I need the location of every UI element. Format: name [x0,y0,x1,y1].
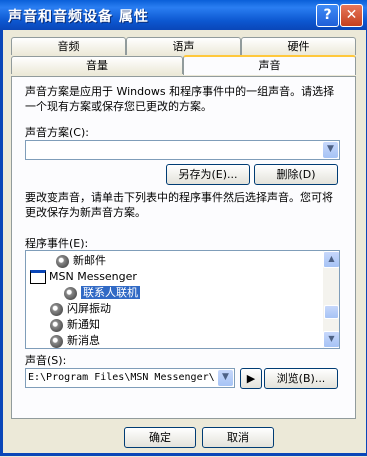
cancel-button[interactable]: 取消 [202,427,274,448]
speaker-icon [56,254,69,268]
list-item[interactable]: 新通知 [50,316,100,333]
window-icon [30,270,46,284]
list-item[interactable]: 新消息 [50,332,100,348]
chevron-down-icon[interactable]: ▼ [218,370,233,386]
title-bar: 声音和音频设备 属性 ? ✕ [0,0,367,30]
tab-hardware[interactable]: 硬件 [241,37,356,55]
list-item[interactable]: 新邮件 [56,252,106,269]
chevron-down-icon[interactable]: ▼ [323,142,338,158]
speaker-icon [50,318,63,332]
speaker-icon [50,334,63,348]
help-button[interactable]: ? [316,4,339,27]
list-item-selected[interactable]: 联系人联机 [64,284,140,301]
save-as-button[interactable]: 另存为(E)... [166,164,250,185]
list-item-group[interactable]: MSN Messenger [30,268,137,285]
scheme-label: 声音方案(C): [25,126,89,139]
close-button[interactable]: ✕ [340,4,363,27]
delete-button[interactable]: 删除(D) [254,164,338,185]
scroll-thumb[interactable] [324,305,339,319]
tab-audio[interactable]: 音频 [11,37,126,55]
program-events-label: 程序事件(E): [25,237,89,250]
play-icon: ▶ [246,372,256,385]
sound-path-select[interactable]: E:\Program Files\MSN Messenger\ ▼ [25,368,235,388]
speaker-icon [64,286,77,300]
sound-label: 声音(S): [25,354,67,367]
window-title: 声音和音频设备 属性 [8,9,149,25]
ok-button[interactable]: 确定 [124,427,196,448]
scroll-up-icon[interactable]: ▲ [323,251,339,268]
speaker-icon [50,302,63,316]
browse-button[interactable]: 浏览(B)... [264,368,338,389]
instructions-text: 要改变声音，请单击下列表中的程序事件然后选择声音。您可将更改保存为新声音方案。 [25,191,333,219]
scheme-select[interactable]: ▼ [25,140,340,160]
sound-path-value: E:\Program Files\MSN Messenger\ [28,372,215,383]
play-button[interactable]: ▶ [240,368,262,389]
program-events-list[interactable]: 新邮件 MSN Messenger 联系人联机 闪屏振动 新通知 新消息 ▲ ▼ [25,250,340,349]
tab-volume[interactable]: 音量 [11,56,183,74]
tab-sounds[interactable]: 声音 [183,55,356,75]
scheme-intro-text: 声音方案是应用于 Windows 和程序事件中的一组声音。请选择一个现有方案或保… [25,85,335,113]
events-scrollbar[interactable]: ▲ ▼ [323,251,339,348]
list-item[interactable]: 闪屏振动 [50,300,111,317]
tab-voice[interactable]: 语声 [126,37,241,55]
scroll-down-icon[interactable]: ▼ [323,331,339,348]
